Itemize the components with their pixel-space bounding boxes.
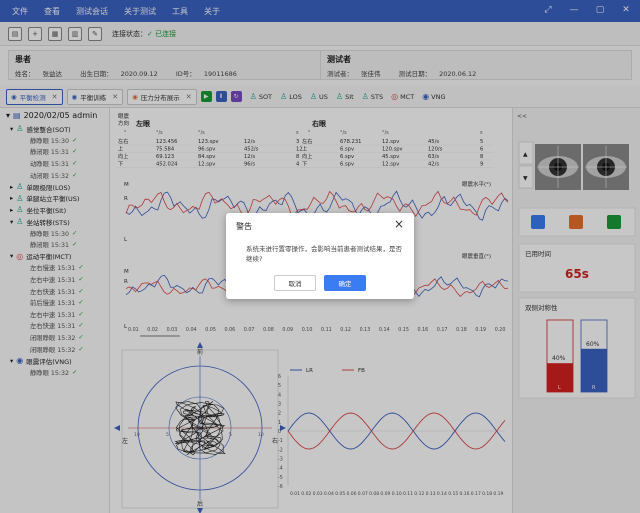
app-window: 文件 查看 测试会话 关于测试 工具 关于 ⤢ — ▢ ✕ ▤ + ▦ ▥ ✎ … bbox=[0, 0, 640, 513]
confirm-button[interactable]: 确定 bbox=[324, 275, 366, 291]
dialog-title: 警告 bbox=[236, 222, 252, 231]
warning-dialog: 警告 × 系统未进行置零操作，会影响当前患者测试结果，是否继续? 取消 确定 bbox=[226, 213, 414, 299]
cancel-button[interactable]: 取消 bbox=[274, 275, 316, 291]
dialog-close-icon[interactable]: × bbox=[394, 217, 404, 231]
dialog-message: 系统未进行置零操作，会影响当前患者测试结果，是否继续? bbox=[246, 245, 402, 263]
